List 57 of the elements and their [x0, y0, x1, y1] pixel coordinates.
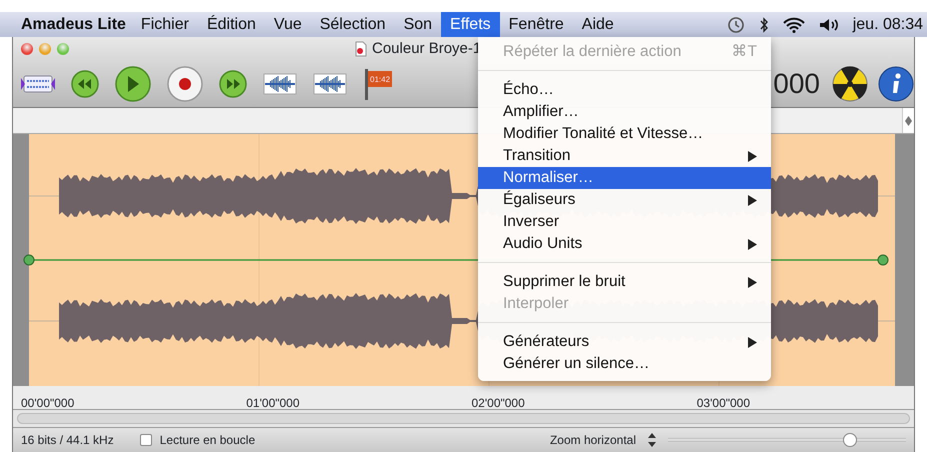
menu-item[interactable]: Normaliser…: [478, 167, 771, 189]
scroll-up-icon[interactable]: [905, 116, 912, 120]
rewind-button[interactable]: [71, 70, 99, 98]
menu-title[interactable]: Sélection: [310, 12, 395, 37]
wifi-icon[interactable]: [782, 16, 805, 32]
time-label: 00'00"000: [20, 395, 76, 409]
record-button[interactable]: [167, 66, 203, 102]
close-button[interactable]: [21, 43, 33, 55]
info-icon[interactable]: [878, 66, 914, 102]
waveform-icon[interactable]: [263, 73, 297, 95]
menu-title[interactable]: Fichier: [132, 12, 198, 37]
time-label: 01'00"000: [245, 395, 301, 409]
waveform-icon[interactable]: [313, 73, 347, 95]
menu-title[interactable]: Vue: [264, 12, 311, 37]
radiation-icon[interactable]: [832, 66, 868, 102]
menu-item[interactable]: Amplifier…: [478, 101, 771, 123]
document-icon: [355, 41, 367, 57]
menubar-clock[interactable]: jeu. 08:34: [852, 12, 923, 36]
app-menu[interactable]: Amadeus Lite: [12, 12, 132, 37]
menu-item[interactable]: Générer un silence…: [478, 353, 771, 375]
menu-item[interactable]: Audio Units: [478, 233, 771, 255]
slider-thumb[interactable]: [842, 433, 857, 447]
menu-item[interactable]: Générateurs: [478, 331, 771, 353]
menu-item[interactable]: Modifier Tonalité et Vitesse…: [478, 123, 771, 145]
menu-item[interactable]: Écho…: [478, 79, 771, 101]
menu-title[interactable]: Aide: [572, 12, 623, 37]
shortcut-label: ⌘T: [732, 42, 757, 62]
menu-title[interactable]: Effets: [441, 12, 500, 37]
time-label: 03'00"000: [696, 395, 752, 409]
checkbox-label[interactable]: Lecture en boucle: [160, 431, 256, 449]
menu-title[interactable]: Fenêtre: [500, 12, 573, 37]
submenu-arrow-icon: [748, 150, 757, 162]
menu-item[interactable]: Inverser: [478, 211, 771, 233]
submenu-arrow-icon: [748, 238, 757, 250]
waveform-sheet-icon[interactable]: [21, 73, 55, 95]
play-button[interactable]: [115, 66, 151, 102]
bluetooth-icon[interactable]: [758, 16, 769, 32]
scroll-down-icon[interactable]: [905, 120, 912, 126]
clock-icon[interactable]: [726, 16, 745, 34]
submenu-arrow-icon: [748, 194, 757, 206]
menu-item[interactable]: Égaliseurs: [478, 189, 771, 211]
stepper-icon[interactable]: [648, 433, 656, 447]
submenu-arrow-icon: [748, 276, 757, 288]
submenu-arrow-icon: [748, 336, 757, 348]
menu-title[interactable]: Édition: [198, 12, 265, 37]
zoom-label: Zoom horizontal: [550, 432, 636, 449]
loop-checkbox[interactable]: [140, 434, 152, 446]
menu-item[interactable]: Transition: [478, 145, 771, 167]
menu-item: Interpoler: [502, 294, 570, 314]
volume-icon[interactable]: [818, 16, 839, 32]
format-label: 16 bits / 44.1 kHz: [21, 432, 114, 449]
timer-display: 000: [773, 70, 820, 98]
fast-forward-button[interactable]: [219, 70, 247, 98]
menu-item[interactable]: Supprimer le bruit: [478, 271, 771, 293]
time-label: 02'00"000: [470, 395, 526, 409]
scroll-arrows[interactable]: [902, 108, 914, 133]
menu-title[interactable]: Son: [394, 12, 442, 37]
